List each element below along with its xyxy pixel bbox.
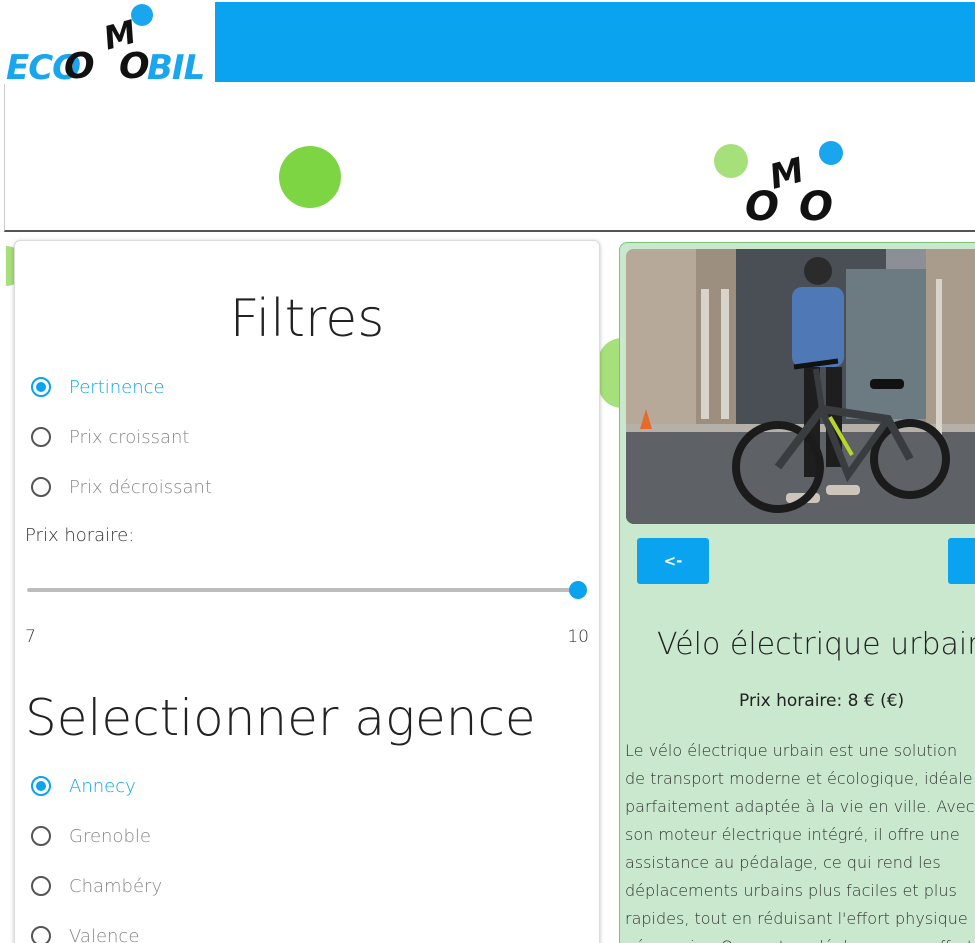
price-filter-label: Prix horaire: [25,525,135,546]
radio-unchecked-icon[interactable] [31,477,51,497]
agency-title: Selectionner agence [25,689,536,747]
sort-option-label: Prix décroissant [69,476,212,498]
description-line: rapides, tout en réduisant l'effort phys… [625,909,968,928]
product-card: <- -> Vélo électrique urbain Prix horair… [619,242,975,943]
description-line: son moteur électrique intégré, il offre … [625,825,960,844]
agency-option-annecy[interactable]: Annecy [31,771,136,801]
bike-photo-illustration [626,249,975,524]
product-title: Vélo électrique urbain [657,627,975,662]
filters-panel: Filtres Pertinence Prix croissant Prix d… [14,240,600,943]
radio-checked-icon[interactable] [31,377,51,397]
agency-option-label: Valence [69,925,140,943]
product-photo [626,249,975,524]
agency-option-valence[interactable]: Valence [31,921,139,943]
logo-dot [131,4,153,26]
sort-option-label: Prix croissant [69,426,190,448]
ecomobil-logo[interactable]: ECO O M O BIL [4,2,215,88]
hero-banner: O M O [4,84,975,232]
next-image-button[interactable]: -> [948,538,975,584]
radio-unchecked-icon[interactable] [31,926,51,943]
decor-light-green-circle [714,144,748,178]
radio-unchecked-icon[interactable] [31,826,51,846]
price-slider-thumb[interactable] [569,581,587,599]
decor-green-circle [279,146,341,208]
agency-option-label: Grenoble [69,825,151,847]
hero-logo-o-right: O [799,184,834,230]
description-line: de transport moderne et écologique, idéa… [625,769,973,788]
description-line: Le vélo électrique urbain est une soluti… [625,741,958,760]
agency-option-chambery[interactable]: Chambéry [31,871,162,901]
filters-title: Filtres [229,289,385,349]
top-navbar: ECO O M O BIL [0,0,975,88]
price-slider-max: 10 [567,627,589,647]
description-line: déplacements urbains plus faciles et plu… [625,881,957,900]
sort-option-prix-croissant[interactable]: Prix croissant [31,422,189,452]
sort-option-label: Pertinence [69,376,165,398]
sort-option-prix-decroissant[interactable]: Prix décroissant [31,472,212,502]
previous-image-button[interactable]: <- [637,538,709,584]
radio-unchecked-icon[interactable] [31,427,51,447]
logo-o-left: O [64,46,95,87]
sort-option-pertinence[interactable]: Pertinence [31,372,165,402]
radio-unchecked-icon[interactable] [31,876,51,896]
logo-text-right: BIL [147,48,205,88]
price-slider-track[interactable] [27,588,579,592]
agency-option-label: Chambéry [69,875,163,897]
price-slider-min: 7 [25,627,36,647]
description-line: assistance au pédalage, ce qui rend les [625,853,941,872]
decor-blue-circle [819,141,843,165]
description-line: nécessaire. On peut se déplacer sans eff… [625,933,975,943]
navbar-band [215,2,975,82]
radio-checked-icon[interactable] [31,776,51,796]
product-price: Prix horaire: 8 € (€) [739,691,905,711]
product-description: Le vélo électrique urbain est une soluti… [625,737,975,943]
description-line: parfaitement adaptée à la vie en ville. … [625,797,975,816]
agency-option-label: Annecy [69,775,136,797]
agency-option-grenoble[interactable]: Grenoble [31,821,151,851]
logo-o-right: O [119,46,150,87]
